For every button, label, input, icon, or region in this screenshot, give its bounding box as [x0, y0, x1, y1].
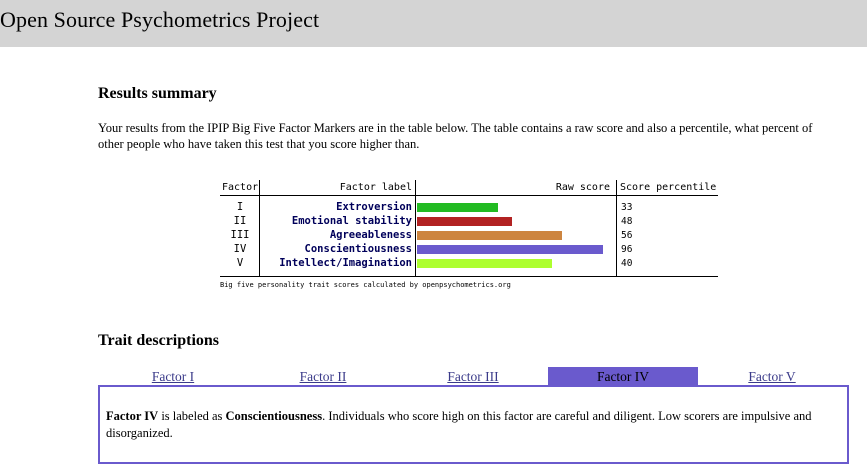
tab-label[interactable]: Factor V: [748, 369, 795, 384]
percentile-value: 48: [621, 216, 633, 227]
tab-label[interactable]: Factor II: [300, 369, 347, 384]
column-header-label: Factor label: [339, 182, 412, 193]
raw-score-bar: [417, 259, 552, 268]
factor-label: Intellect/Imagination: [279, 257, 412, 269]
raw-score-bar: [417, 203, 498, 212]
column-header-raw: Raw score: [555, 182, 610, 193]
factor-label: Emotional stability: [291, 215, 412, 227]
table-footnote: Big five personality trait scores calcul…: [220, 281, 511, 289]
factor-label: Agreeableness: [329, 229, 412, 241]
tab-factor-5[interactable]: Factor V: [697, 367, 847, 386]
tab-label[interactable]: Factor III: [447, 369, 498, 384]
factor-number: I: [236, 201, 244, 213]
column-header-percentile: Score percentile: [620, 182, 717, 193]
table-column-divider: [415, 180, 416, 277]
description-trait: Conscientiousness: [225, 409, 323, 423]
percentile-value: 33: [621, 202, 633, 213]
table-bottom-border: [220, 276, 718, 277]
description-factor: Factor IV: [106, 409, 159, 423]
tab-factor-4[interactable]: Factor IV: [548, 367, 698, 386]
percentile-value: 96: [621, 244, 633, 255]
trait-description: Factor IV is labeled as Conscientiousnes…: [106, 408, 840, 442]
factor-number: V: [236, 257, 244, 269]
traits-heading: Trait descriptions: [98, 332, 220, 349]
table-column-divider: [616, 180, 617, 277]
results-heading: Results summary: [98, 85, 217, 102]
factor-number: II: [233, 215, 247, 227]
factor-number: III: [230, 229, 250, 241]
results-intro: Your results from the IPIP Big Five Fact…: [98, 121, 813, 151]
factor-tabs: Factor I Factor II Factor III Factor IV …: [98, 367, 847, 386]
tab-factor-2[interactable]: Factor II: [248, 367, 398, 386]
raw-score-bar: [417, 217, 512, 226]
description-text: is labeled as: [158, 409, 226, 423]
factor-label: Extroversion: [336, 201, 412, 213]
tab-label[interactable]: Factor I: [152, 369, 194, 384]
factor-number: IV: [233, 243, 247, 255]
table-header-divider: [220, 195, 718, 196]
site-header: Open Source Psychometrics Project: [0, 0, 867, 47]
raw-score-bar: [417, 231, 562, 240]
tab-factor-3[interactable]: Factor III: [398, 367, 548, 386]
percentile-value: 56: [621, 230, 633, 241]
factor-label: Conscientiousness: [304, 243, 412, 255]
tab-factor-1[interactable]: Factor I: [98, 367, 248, 386]
raw-score-bar: [417, 245, 603, 254]
trait-description-panel: Factor IV is labeled as Conscientiousnes…: [98, 385, 849, 464]
column-header-factor: Factor: [222, 182, 259, 193]
tab-label[interactable]: Factor IV: [597, 369, 649, 384]
percentile-value: 40: [621, 258, 633, 269]
site-title[interactable]: Open Source Psychometrics Project: [0, 7, 319, 33]
